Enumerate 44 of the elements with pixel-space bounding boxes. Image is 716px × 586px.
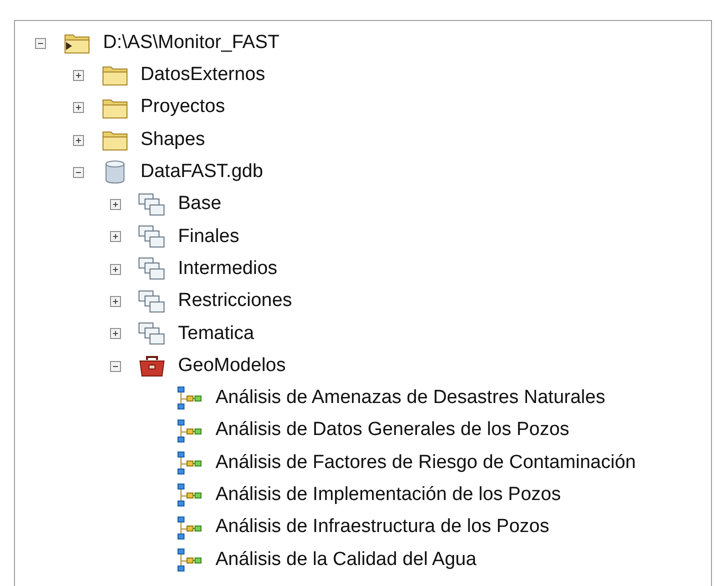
expand-button[interactable] — [110, 231, 121, 242]
tree-item-label[interactable]: Análisis de la Calidad del Agua — [216, 546, 476, 574]
tree-item-label[interactable]: D:\AS\Monitor_FAST — [103, 28, 280, 58]
folder-icon — [102, 129, 128, 152]
model-icon — [176, 418, 202, 443]
model-icon — [176, 451, 202, 475]
stacked-squares-icon — [138, 257, 166, 282]
tree-item-label[interactable]: Tematica — [178, 320, 254, 348]
stacked-squares-icon — [138, 290, 166, 314]
tree-item-label[interactable]: Finales — [178, 222, 240, 252]
expand-button[interactable] — [110, 264, 121, 275]
expand-button[interactable] — [72, 134, 84, 146]
model-icon — [176, 483, 202, 508]
tree-item-label[interactable]: DataFAST.gdb — [140, 158, 264, 187]
stacked-squares-icon — [138, 322, 166, 346]
expand-button[interactable] — [110, 296, 121, 308]
folder-icon — [102, 64, 128, 86]
tree-item-label[interactable]: Análisis de Datos Generales de los Pozos — [216, 416, 570, 445]
tree-item-label[interactable]: DatosExternos — [140, 61, 266, 90]
toolbox-icon — [138, 354, 166, 378]
collapse-button[interactable] — [35, 38, 46, 49]
expand-button[interactable] — [72, 102, 84, 114]
tree-item-label[interactable]: Restricciones — [178, 287, 292, 316]
tree-item-label[interactable]: Intermedios — [178, 254, 278, 284]
tree-item-label[interactable]: Proyectos — [140, 93, 225, 122]
expand-button[interactable] — [110, 199, 121, 210]
model-icon — [176, 516, 202, 540]
folder-icon — [102, 96, 128, 119]
stacked-squares-icon — [138, 192, 166, 217]
expand-button[interactable] — [72, 70, 84, 81]
model-icon — [176, 386, 202, 410]
expand-button[interactable] — [110, 328, 121, 340]
tree-item-label[interactable]: Análisis de Implementación de los Pozos — [216, 481, 561, 510]
collapse-button[interactable] — [110, 360, 121, 372]
tree-item-label[interactable]: Shapes — [140, 126, 205, 154]
tree-item-label[interactable]: GeoModelos — [178, 352, 286, 380]
model-icon — [176, 548, 202, 572]
tree-item-label[interactable]: Base — [178, 190, 222, 219]
collapse-button[interactable] — [72, 166, 84, 178]
tree-item-label[interactable]: Análisis de Factores de Riesgo de Contaminación — [216, 448, 636, 478]
tree-item-label[interactable]: Análisis de Amenazas de Desastres Naturales — [216, 384, 606, 413]
folder-shortcut-icon — [64, 32, 90, 54]
tree-item-label[interactable]: Análisis de Infraestructura de los Pozos — [216, 513, 550, 542]
stacked-squares-icon — [138, 224, 166, 249]
